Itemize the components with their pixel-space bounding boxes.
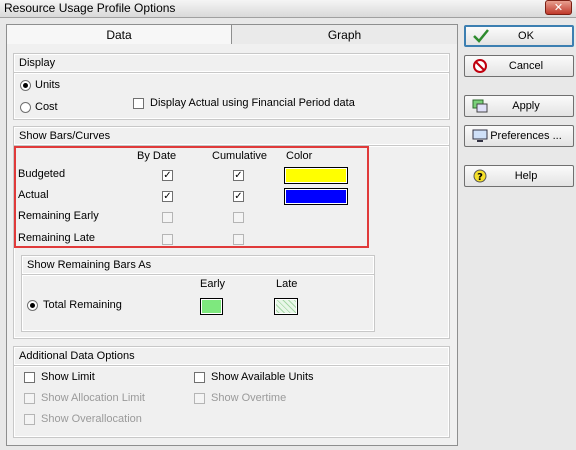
budgeted-color-swatch[interactable] [284, 167, 348, 184]
tab-graph[interactable]: Graph [231, 24, 458, 45]
close-icon: ✕ [553, 1, 564, 14]
remaining-late-by-date-checkbox[interactable] [162, 234, 173, 245]
remaining-early-col: Early [200, 278, 226, 290]
col-color: Color [286, 150, 313, 162]
row-remaining-late-label: Remaining Late [18, 232, 96, 244]
col-cumulative: Cumulative [212, 150, 268, 162]
remaining-header-label: Show Remaining Bars As [27, 259, 152, 271]
actual-cumulative-checkbox[interactable]: ✓ [233, 191, 244, 202]
show-available-units-checkbox[interactable] [194, 372, 205, 383]
remaining-group-header: Show Remaining Bars As [21, 255, 375, 275]
remaining-early-swatch[interactable] [200, 298, 223, 315]
show-allocation-limit-checkbox[interactable] [24, 393, 35, 404]
row-actual-label: Actual [18, 189, 49, 201]
window-title: Resource Usage Profile Options [4, 1, 176, 15]
title-bar: Resource Usage Profile Options ✕ [0, 0, 576, 18]
cancel-icon [471, 58, 489, 74]
preferences-icon [471, 128, 489, 144]
show-bars-header-label: Show Bars/Curves [19, 130, 111, 142]
preferences-label: Preferences ... [490, 130, 562, 142]
ok-label: OK [518, 30, 534, 42]
preferences-button[interactable]: Preferences ... [464, 125, 574, 147]
units-label: Units [35, 79, 61, 91]
show-overallocation-checkbox[interactable] [24, 414, 35, 425]
apply-button[interactable]: Apply [464, 95, 574, 117]
close-button[interactable]: ✕ [545, 0, 572, 15]
show-allocation-limit-label: Show Allocation Limit [41, 392, 145, 404]
remaining-early-cumulative-checkbox[interactable] [233, 212, 244, 223]
financial-period-checkbox[interactable] [133, 98, 144, 109]
remaining-late-swatch[interactable] [274, 298, 298, 315]
tab-data-label: Data [106, 28, 132, 42]
show-overtime-label: Show Overtime [211, 392, 287, 404]
budgeted-by-date-checkbox[interactable]: ✓ [162, 170, 173, 181]
show-available-units-label: Show Available Units [211, 371, 314, 383]
show-overallocation-label: Show Overallocation [41, 413, 142, 425]
financial-period-label: Display Actual using Financial Period da… [150, 97, 355, 109]
total-remaining-label: Total Remaining [43, 299, 122, 311]
additional-group-header: Additional Data Options [13, 346, 450, 366]
svg-text:?: ? [477, 172, 483, 183]
help-icon: ? [471, 168, 489, 184]
tab-graph-label: Graph [327, 27, 362, 42]
ok-button[interactable]: OK [464, 25, 574, 47]
display-group-header: Display [13, 53, 450, 73]
display-header-label: Display [19, 57, 56, 69]
show-bars-group-header: Show Bars/Curves [13, 126, 450, 146]
show-overtime-checkbox[interactable] [194, 393, 205, 404]
units-radio[interactable] [20, 80, 31, 91]
show-limit-checkbox[interactable] [24, 372, 35, 383]
remaining-early-by-date-checkbox[interactable] [162, 212, 173, 223]
cost-label: Cost [35, 101, 58, 113]
col-by-date: By Date [137, 150, 177, 162]
row-budgeted-label: Budgeted [18, 168, 66, 180]
actual-by-date-checkbox[interactable]: ✓ [162, 191, 173, 202]
checkmark-icon [472, 28, 490, 44]
apply-icon [471, 98, 489, 114]
budgeted-cumulative-checkbox[interactable]: ✓ [233, 170, 244, 181]
tab-data[interactable]: Data [6, 24, 232, 45]
cancel-button[interactable]: Cancel [464, 55, 574, 77]
apply-label: Apply [512, 100, 540, 112]
help-button[interactable]: ? Help [464, 165, 574, 187]
help-label: Help [514, 170, 538, 182]
total-remaining-radio[interactable] [27, 300, 38, 311]
show-limit-label: Show Limit [41, 371, 95, 383]
remaining-late-col: Late [276, 278, 298, 290]
cancel-label: Cancel [508, 60, 544, 72]
actual-color-swatch[interactable] [284, 188, 348, 205]
remaining-late-cumulative-checkbox[interactable] [233, 234, 244, 245]
cost-radio[interactable] [20, 102, 31, 113]
additional-header-label: Additional Data Options [19, 350, 135, 362]
row-remaining-early-label: Remaining Early [18, 210, 99, 222]
